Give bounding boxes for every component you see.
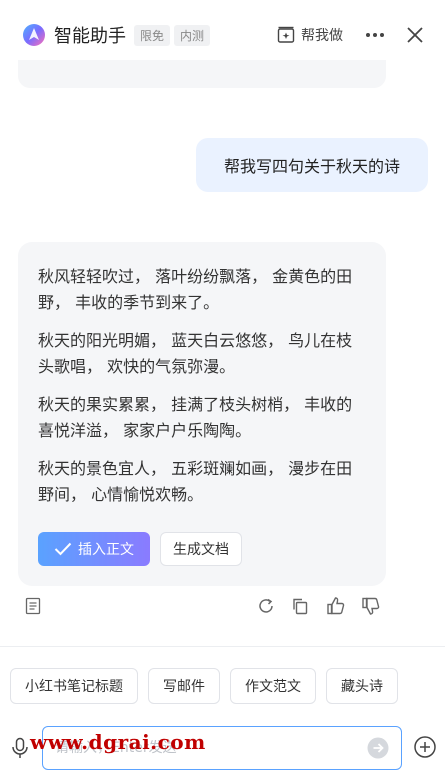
poem-stanza-2: 秋天的阳光明媚， 蓝天白云悠悠， 鸟儿在枝头歌唱， 欢快的气氛弥漫。: [38, 331, 353, 376]
more-button[interactable]: [365, 32, 385, 38]
insert-text-button[interactable]: 插入正文: [38, 532, 150, 566]
assistant-logo-icon: [23, 24, 45, 46]
message-input-box: [42, 726, 402, 770]
send-icon[interactable]: [367, 737, 389, 759]
help-me-do-label: 帮我做: [301, 28, 343, 44]
message-input[interactable]: [55, 740, 367, 756]
previous-message-bubble: [18, 60, 386, 88]
help-me-do-button[interactable]: 帮我做: [277, 25, 343, 45]
ai-response-bubble: 秋风轻轻吹过， 落叶纷纷飘落， 金黄色的田野， 丰收的季节到来了。 秋天的阳光明…: [18, 242, 386, 586]
poem-stanza-1: 秋风轻轻吹过， 落叶纷纷飘落， 金黄色的田野， 丰收的季节到来了。: [38, 267, 353, 312]
close-button[interactable]: [407, 27, 423, 43]
regenerate-icon[interactable]: [256, 596, 276, 616]
insert-text-label: 插入正文: [78, 542, 134, 558]
user-message-text: 帮我写四句关于秋天的诗: [223, 157, 400, 176]
generate-document-label: 生成文档: [173, 542, 229, 558]
help-me-do-icon: [277, 26, 295, 43]
divider: [0, 646, 445, 647]
quick-action-chips: 小红书笔记标题 写邮件 作文范文 藏头诗: [10, 668, 408, 704]
chip-acrostic-poem[interactable]: 藏头诗: [326, 668, 398, 704]
generate-document-button[interactable]: 生成文档: [160, 532, 242, 566]
app-title: 智能助手: [54, 26, 126, 47]
chip-essay-sample[interactable]: 作文范文: [230, 668, 316, 704]
assistant-panel: 智能助手 限免 内测 帮我做 帮我写四句关于秋天的诗 秋风轻轻吹过， 落叶纷纷飘…: [0, 0, 445, 778]
microphone-icon[interactable]: [10, 737, 30, 763]
more-icon: [366, 33, 384, 37]
copy-icon[interactable]: [290, 596, 310, 616]
beta-tag: 内测: [174, 24, 211, 46]
user-message-bubble: 帮我写四句关于秋天的诗: [196, 138, 428, 192]
document-icon[interactable]: [23, 596, 43, 616]
poem-stanza-4: 秋天的景色宜人， 五彩斑斓如画， 漫步在田野间， 心情愉悦欢畅。: [38, 459, 353, 504]
check-icon: [54, 542, 72, 556]
thumbs-down-icon[interactable]: [361, 596, 381, 616]
chip-xiaohongshu-title[interactable]: 小红书笔记标题: [10, 668, 138, 704]
thumbs-up-icon[interactable]: [326, 596, 346, 616]
chip-write-email[interactable]: 写邮件: [148, 668, 220, 704]
free-tag: 限免: [134, 24, 171, 46]
add-icon[interactable]: [414, 736, 436, 762]
response-actions: 插入正文 生成文档: [38, 532, 242, 566]
feedback-toolbar: [0, 596, 445, 616]
poem-stanza-3: 秋天的果实累累， 挂满了枝头树梢， 丰收的喜悦洋溢， 家家户户乐陶陶。: [38, 395, 353, 440]
close-icon: [407, 27, 423, 43]
